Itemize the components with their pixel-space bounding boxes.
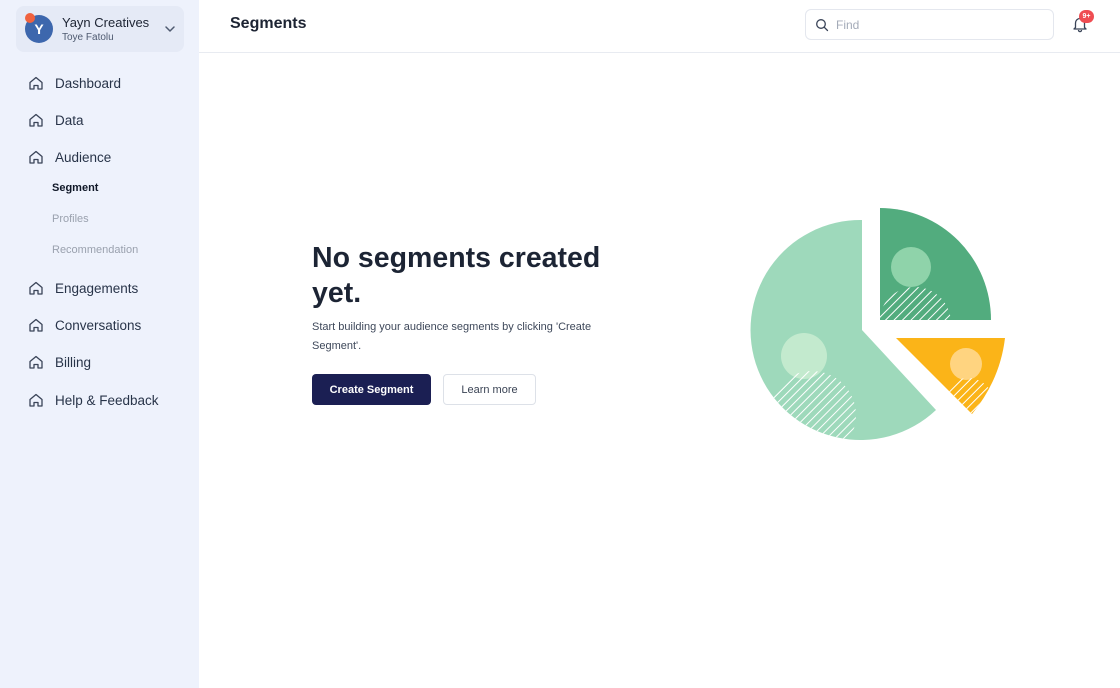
workspace-switcher[interactable]: Y Yayn Creatives Toye Fatolu xyxy=(16,6,184,52)
search-box[interactable] xyxy=(805,9,1054,40)
page-title: Segments xyxy=(230,15,307,32)
sidebar-item-label: Dashboard xyxy=(55,75,122,91)
sidebar-subitem-profiles[interactable]: Profiles xyxy=(52,213,89,225)
home-icon xyxy=(29,76,43,90)
home-icon xyxy=(29,113,43,127)
sidebar-item-label: Billing xyxy=(55,354,92,370)
notification-badge: 9+ xyxy=(1079,10,1094,23)
home-icon xyxy=(29,355,43,369)
sidebar-subitem-segment[interactable]: Segment xyxy=(52,182,98,194)
sidebar-subitem-recommendation[interactable]: Recommendation xyxy=(52,244,138,256)
empty-state-headline: No segments created yet. xyxy=(312,242,601,309)
sidebar-item-label: Help & Feedback xyxy=(55,392,159,408)
avatar-status-dot xyxy=(25,13,35,23)
pie-slice-green xyxy=(880,208,991,320)
home-icon xyxy=(29,318,43,332)
sidebar-item-conversations[interactable]: Conversations xyxy=(28,313,141,337)
sidebar-item-label: Conversations xyxy=(55,317,142,333)
sidebar-item-audience[interactable]: Audience xyxy=(28,145,111,169)
sidebar-item-label: Audience xyxy=(55,149,112,165)
sidebar-item-data[interactable]: Data xyxy=(28,108,84,132)
home-icon xyxy=(29,393,43,407)
avatar-initial: Y xyxy=(34,21,44,37)
search-input[interactable] xyxy=(836,15,1046,35)
pie-chart-illustration xyxy=(750,208,1005,440)
empty-state-description: Start building your audience segments by… xyxy=(312,321,592,352)
workspace-name: Yayn Creatives xyxy=(62,15,150,30)
workspace-user: Toye Fatolu xyxy=(62,32,114,43)
top-bar: Segments 9+ xyxy=(199,0,1120,53)
learn-more-button[interactable]: Learn more xyxy=(443,374,536,405)
create-segment-button[interactable]: Create Segment xyxy=(312,374,431,405)
sidebar-item-label: Engagements xyxy=(55,280,139,296)
sidebar-item-engagements[interactable]: Engagements xyxy=(28,276,138,300)
chevron-down-icon[interactable] xyxy=(163,22,177,36)
search-icon xyxy=(816,19,829,32)
home-icon xyxy=(29,150,43,164)
sidebar-item-help-feedback[interactable]: Help & Feedback xyxy=(28,388,159,412)
home-icon xyxy=(29,281,43,295)
sidebar-item-label: Data xyxy=(55,112,84,128)
sidebar-item-billing[interactable]: Billing xyxy=(28,350,91,374)
sidebar-item-dashboard[interactable]: Dashboard xyxy=(28,71,121,95)
sidebar: Y Yayn Creatives Toye Fatolu Dashboard D… xyxy=(0,0,199,688)
